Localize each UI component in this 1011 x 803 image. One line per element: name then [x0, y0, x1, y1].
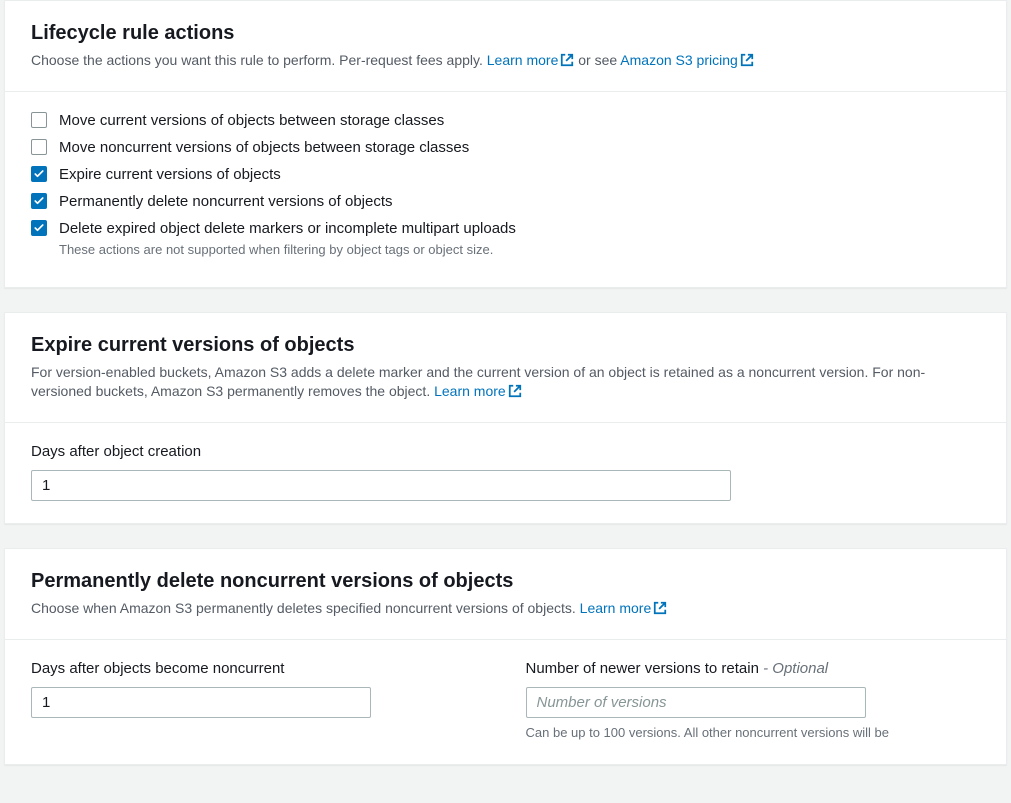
versions-retain-hint: Can be up to 100 versions. All other non…	[526, 724, 946, 742]
external-link-icon	[508, 384, 522, 404]
days-noncurrent-input[interactable]	[31, 687, 371, 718]
checkbox[interactable]	[31, 166, 47, 182]
permanently-delete-panel: Permanently delete noncurrent versions o…	[4, 548, 1007, 765]
external-link-icon	[740, 53, 754, 73]
external-link-icon	[560, 53, 574, 73]
section-title: Permanently delete noncurrent versions o…	[31, 567, 980, 595]
versions-retain-label: Number of newer versions to retain - Opt…	[526, 658, 981, 679]
panel-header: Expire current versions of objects For v…	[5, 313, 1006, 423]
lifecycle-rule-actions-panel: Lifecycle rule actions Choose the action…	[4, 0, 1007, 288]
action-row-permanently-delete: Permanently delete noncurrent versions o…	[31, 191, 980, 212]
learn-more-link[interactable]: Learn more	[487, 52, 575, 68]
checkbox-label: Move noncurrent versions of objects betw…	[59, 137, 469, 158]
learn-more-link[interactable]: Learn more	[434, 383, 522, 399]
action-row-move-current: Move current versions of objects between…	[31, 110, 980, 131]
checkbox-label: Permanently delete noncurrent versions o…	[59, 191, 393, 212]
action-row-expire-current: Expire current versions of objects	[31, 164, 980, 185]
learn-more-link[interactable]: Learn more	[580, 600, 668, 616]
section-subtitle: Choose when Amazon S3 permanently delete…	[31, 599, 980, 621]
section-title: Lifecycle rule actions	[31, 19, 980, 47]
days-after-creation-label: Days after object creation	[31, 441, 980, 462]
versions-retain-input[interactable]	[526, 687, 866, 718]
checkbox[interactable]	[31, 193, 47, 209]
days-noncurrent-label: Days after objects become noncurrent	[31, 658, 486, 679]
expire-current-versions-panel: Expire current versions of objects For v…	[4, 312, 1007, 524]
checkbox[interactable]	[31, 220, 47, 236]
section-title: Expire current versions of objects	[31, 331, 980, 359]
panel-header: Permanently delete noncurrent versions o…	[5, 549, 1006, 640]
checkbox-label: Move current versions of objects between…	[59, 110, 444, 131]
left-column: Days after objects become noncurrent	[31, 658, 486, 742]
checkbox-sublabel: These actions are not supported when fil…	[59, 241, 516, 259]
checkbox-label: Delete expired object delete markers or …	[59, 218, 516, 239]
days-after-creation-input[interactable]	[31, 470, 731, 501]
pricing-link[interactable]: Amazon S3 pricing	[620, 52, 754, 68]
panel-body: Days after objects become noncurrent Num…	[5, 640, 1006, 764]
action-row-delete-markers: Delete expired object delete markers or …	[31, 218, 980, 259]
panel-body: Days after object creation	[5, 423, 1006, 523]
panel-header: Lifecycle rule actions Choose the action…	[5, 1, 1006, 92]
right-column: Number of newer versions to retain - Opt…	[526, 658, 981, 742]
section-subtitle: Choose the actions you want this rule to…	[31, 51, 980, 73]
checkbox[interactable]	[31, 112, 47, 128]
external-link-icon	[653, 601, 667, 621]
action-row-move-noncurrent: Move noncurrent versions of objects betw…	[31, 137, 980, 158]
section-subtitle: For version-enabled buckets, Amazon S3 a…	[31, 363, 980, 404]
checkbox-label: Expire current versions of objects	[59, 164, 281, 185]
checkbox[interactable]	[31, 139, 47, 155]
panel-body: Move current versions of objects between…	[5, 92, 1006, 287]
